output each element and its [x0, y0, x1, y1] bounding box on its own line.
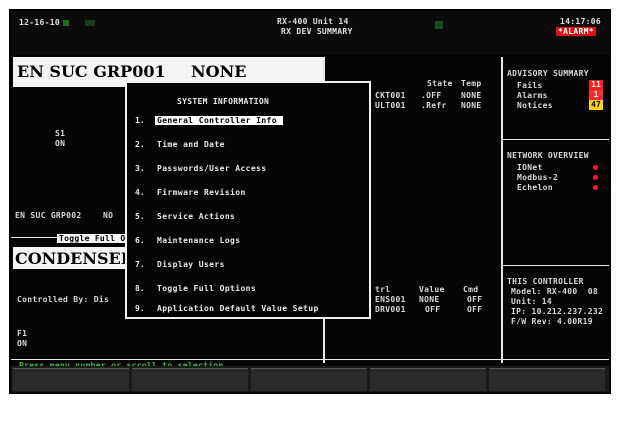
system-information-menu: SYSTEM INFORMATION 1. General Controller…	[125, 81, 371, 319]
controller-ip: IP: 10.212.237.232	[511, 307, 604, 316]
controller-model: Model: RX-400 08	[511, 287, 598, 296]
circuit-name[interactable]: ULT001	[375, 101, 406, 110]
menu-number: 6.	[135, 236, 145, 245]
controller-fw: F/W Rev: 4.00R19	[511, 317, 593, 326]
controller-title[interactable]: THIS CONTROLLER	[507, 277, 584, 286]
group-title: EN SUC GRP001	[17, 62, 166, 81]
indicator-icon	[435, 21, 443, 29]
ctrl-name[interactable]: ENS001	[375, 295, 406, 304]
header-time: 14:17:06	[560, 17, 601, 26]
ctrl-cmd: OFF	[467, 305, 483, 314]
advisory-title[interactable]: ADVISORY SUMMARY	[507, 69, 589, 78]
menu-label: Service Actions	[157, 212, 236, 221]
toggle-full-options-tab[interactable]: Toggle Full Op	[57, 234, 133, 243]
network-item: IONet	[517, 163, 543, 172]
menu-label: Application Default Value Setup	[157, 304, 319, 313]
circuit-state: .Refr	[421, 101, 447, 110]
screen-title: RX DEV SUMMARY	[281, 27, 353, 36]
column-divider	[501, 57, 503, 363]
menu-item-application-default-value-setup[interactable]: 9. Application Default Value Setup	[131, 303, 363, 317]
softkey-2[interactable]	[132, 368, 248, 391]
menu-label: Firmware Revision	[157, 188, 246, 197]
circuit-temp: NONE	[461, 91, 482, 100]
fails-count: 11	[589, 80, 603, 90]
menu-label: Display Users	[157, 260, 225, 269]
softkey-4[interactable]	[370, 368, 486, 391]
cmd-header: Cmd	[463, 285, 479, 294]
header-unit: RX-400 Unit 14	[277, 17, 349, 26]
menu-number: 3.	[135, 164, 145, 173]
group2-value: NO	[103, 211, 114, 220]
menu-number: 9.	[135, 304, 145, 313]
controller-display: 12-16-10 RX-400 Unit 14 RX DEV SUMMARY 1…	[9, 9, 611, 394]
menu-title: SYSTEM INFORMATION	[177, 97, 270, 106]
status-code: S1	[55, 129, 66, 138]
f1-label: F1	[17, 329, 28, 338]
menu-number: 1.	[135, 116, 145, 125]
menu-number: 8.	[135, 284, 145, 293]
notices-label: Notices	[517, 101, 553, 110]
notices-count: 47	[589, 100, 603, 110]
status-dot-icon	[593, 175, 598, 180]
status-value: ON	[55, 139, 66, 148]
divider	[503, 139, 609, 140]
circuit-state: .OFF	[421, 91, 442, 100]
menu-item-service-actions[interactable]: 5. Service Actions	[131, 211, 363, 225]
menu-number: 2.	[135, 140, 145, 149]
divider	[503, 265, 609, 266]
value-header: Value	[419, 285, 445, 294]
menu-item-display-users[interactable]: 7. Display Users	[131, 259, 363, 273]
network-item: Echelon	[517, 183, 553, 192]
ctrl-value: NONE	[419, 295, 440, 304]
softkey-3[interactable]	[251, 368, 367, 391]
status-dot-icon	[593, 165, 598, 170]
menu-item-maintenance-logs[interactable]: 6. Maintenance Logs	[131, 235, 363, 249]
softkey-5[interactable]	[489, 368, 605, 391]
header-bar: 12-16-10 RX-400 Unit 14 RX DEV SUMMARY 1…	[11, 11, 609, 55]
screen: 12-16-10 RX-400 Unit 14 RX DEV SUMMARY 1…	[11, 11, 609, 392]
circuit-name[interactable]: CKT001	[375, 91, 406, 100]
controller-unit: Unit: 14	[511, 297, 552, 306]
status-led-icon	[85, 20, 95, 26]
alarm-badge[interactable]: *ALARM*	[556, 27, 596, 36]
group-state: NONE	[191, 62, 247, 81]
ctrl-value: OFF	[425, 305, 441, 314]
group2-label[interactable]: EN SUC GRP002	[15, 211, 82, 220]
temp-header: Temp	[461, 79, 482, 88]
circuit-temp: NONE	[461, 101, 482, 110]
menu-number: 4.	[135, 188, 145, 197]
menu-item-toggle-full-options[interactable]: 8. Toggle Full Options	[131, 283, 363, 297]
network-item: Modbus-2	[517, 173, 558, 182]
ctrl-header: trl	[375, 285, 391, 294]
ctrl-name[interactable]: DRV001	[375, 305, 406, 314]
alarms-label: Alarms	[517, 91, 548, 100]
menu-item-general-controller-info[interactable]: 1. General Controller Info	[131, 115, 363, 129]
header-date: 12-16-10	[19, 18, 60, 27]
menu-number: 7.	[135, 260, 145, 269]
menu-label: Time and Date	[157, 140, 225, 149]
menu-item-passwords-user-access[interactable]: 3. Passwords/User Access	[131, 163, 363, 177]
status-led-icon	[63, 20, 69, 26]
controlled-by: Controlled By: Dis	[17, 295, 110, 304]
menu-item-firmware-revision[interactable]: 4. Firmware Revision	[131, 187, 363, 201]
condenser-title-bar: CONDENSER0	[13, 247, 145, 269]
ctrl-cmd: OFF	[467, 295, 483, 304]
softkey-1[interactable]	[13, 368, 129, 391]
divider	[11, 359, 609, 360]
menu-label: General Controller Info	[155, 116, 283, 125]
softkey-bar	[11, 366, 609, 392]
alarms-count: 1	[589, 90, 603, 100]
status-dot-icon	[593, 185, 598, 190]
menu-label: Toggle Full Options	[157, 284, 257, 293]
menu-number: 5.	[135, 212, 145, 221]
menu-label: Maintenance Logs	[157, 236, 241, 245]
f1-value: ON	[17, 339, 28, 348]
fails-label: Fails	[517, 81, 543, 90]
menu-label: Passwords/User Access	[157, 164, 267, 173]
menu-item-time-and-date[interactable]: 2. Time and Date	[131, 139, 363, 153]
state-header: State	[427, 79, 453, 88]
network-title[interactable]: NETWORK OVERVIEW	[507, 151, 589, 160]
